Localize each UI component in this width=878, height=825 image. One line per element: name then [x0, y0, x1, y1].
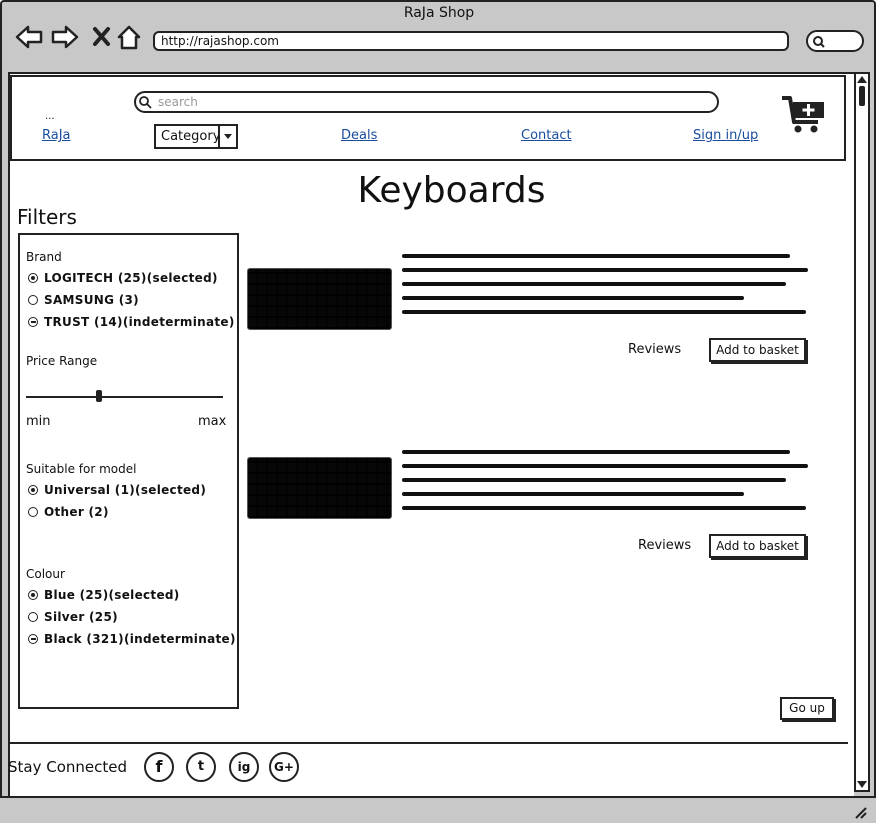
footer-divider — [8, 742, 848, 744]
scroll-thumb — [859, 86, 865, 106]
product-image-keyboard[interactable] — [247, 268, 392, 330]
stay-connected-label: Stay Connected — [8, 758, 128, 776]
cart-add-icon[interactable] — [780, 94, 828, 134]
window-title: RaJa Shop — [403, 5, 475, 21]
category-dropdown[interactable]: Category — [154, 124, 238, 149]
chevron-down-icon — [218, 126, 236, 147]
url-bar[interactable]: http://rajashop.com — [153, 31, 789, 51]
model-option-other[interactable]: Other (2) — [28, 505, 109, 519]
radio-unselected-icon — [28, 612, 38, 622]
radio-indeterminate-icon — [28, 317, 38, 327]
price-range-title: Price Range — [26, 354, 98, 368]
add-to-basket-button[interactable]: Add to basket — [709, 338, 806, 362]
radio-indeterminate-icon — [28, 634, 38, 644]
resize-grip-icon[interactable] — [852, 804, 872, 820]
radio-unselected-icon — [28, 295, 38, 305]
nav-link-home[interactable]: RaJa — [42, 128, 71, 143]
twitter-icon[interactable]: t — [186, 752, 216, 782]
colour-option-blue[interactable]: Blue (25)(selected) — [28, 588, 180, 602]
search-icon — [139, 96, 152, 109]
home-icon[interactable] — [117, 25, 141, 50]
instagram-icon[interactable]: ig — [229, 752, 259, 782]
radio-selected-icon — [28, 273, 38, 283]
nav-link-contact[interactable]: Contact — [521, 128, 572, 143]
price-slider-track[interactable] — [26, 396, 223, 398]
close-icon[interactable] — [93, 27, 110, 46]
brand-option-trust[interactable]: TRUST (14)(indeterminate) — [28, 315, 235, 329]
filters-heading: Filters — [17, 205, 77, 229]
brand-option-samsung[interactable]: SAMSUNG (3) — [28, 293, 139, 307]
radio-unselected-icon — [28, 507, 38, 517]
price-slider-thumb[interactable] — [95, 390, 102, 402]
radio-selected-icon — [28, 590, 38, 600]
page-title: Keyboards — [357, 170, 546, 211]
model-option-universal[interactable]: Universal (1)(selected) — [28, 483, 206, 497]
back-icon[interactable] — [15, 25, 43, 49]
scroll-down-icon — [857, 781, 867, 788]
google-plus-icon[interactable]: G+ — [269, 752, 299, 782]
product-description-scribble — [402, 252, 808, 314]
colour-filter-title: Colour — [26, 567, 65, 581]
product-image-keyboard[interactable] — [247, 457, 392, 519]
nav-link-deals[interactable]: Deals — [341, 128, 377, 143]
radio-selected-icon — [28, 485, 38, 495]
product-description-scribble — [402, 448, 808, 510]
price-min-label: min — [26, 414, 51, 429]
brand-option-logitech[interactable]: LOGITECH (25)(selected) — [28, 271, 218, 285]
facebook-icon[interactable]: f — [144, 752, 174, 782]
add-to-basket-button[interactable]: Add to basket — [709, 534, 806, 558]
scroll-up-icon — [857, 76, 867, 83]
brand-filter-title: Brand — [26, 250, 62, 264]
reviews-link[interactable]: Reviews — [638, 538, 691, 553]
go-up-button[interactable]: Go up — [780, 697, 834, 720]
colour-option-black[interactable]: Black (321)(indeterminate) — [28, 632, 236, 646]
status-bar — [0, 796, 876, 823]
model-filter-title: Suitable for model — [26, 462, 137, 476]
price-max-label: max — [198, 414, 227, 429]
site-search-input[interactable]: search — [134, 91, 719, 113]
reviews-link[interactable]: Reviews — [628, 342, 681, 357]
nav-link-signin[interactable]: Sign in/up — [693, 128, 758, 143]
search-icon — [813, 36, 825, 48]
site-header — [10, 75, 846, 161]
browser-search-field[interactable] — [806, 30, 864, 52]
category-label: Category — [161, 129, 221, 144]
colour-option-silver[interactable]: Silver (25) — [28, 610, 118, 624]
forward-icon[interactable] — [51, 25, 79, 49]
logo-placeholder: ... — [45, 111, 55, 122]
browser-nav-icons — [15, 25, 141, 50]
